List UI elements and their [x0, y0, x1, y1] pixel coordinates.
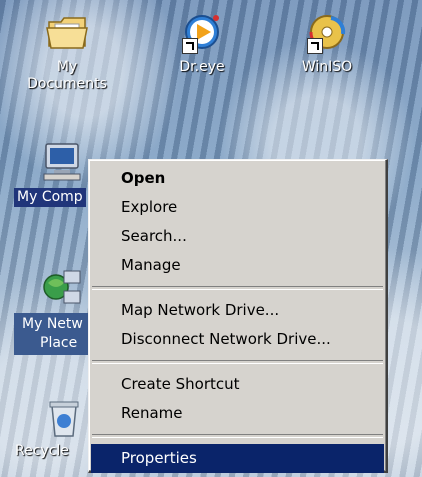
menu-item-open[interactable]: Open — [89, 164, 386, 193]
dr-eye-icon — [180, 10, 224, 54]
menu-item-explore[interactable]: Explore — [89, 193, 386, 222]
menu-item-search[interactable]: Search... — [89, 222, 386, 251]
recycle-bin-shortcut[interactable]: Recycle — [12, 396, 92, 461]
my-computer-label: My Comp — [14, 188, 86, 207]
menu-item-create-shortcut[interactable]: Create Shortcut — [89, 370, 386, 399]
menu-item-rename[interactable]: Rename — [89, 399, 386, 428]
dr-eye-label: Dr.eye — [179, 59, 225, 75]
shortcut-arrow-icon — [182, 38, 198, 54]
my-network-label-line1: My Netw — [22, 316, 83, 332]
winiso-shortcut[interactable]: WinISO — [272, 10, 382, 77]
winiso-icon — [305, 10, 349, 54]
computer-icon — [40, 140, 84, 184]
my-documents-shortcut[interactable]: My Documents — [12, 10, 122, 94]
dr-eye-shortcut[interactable]: Dr.eye — [147, 10, 257, 77]
menu-separator — [92, 434, 383, 438]
my-network-label-line2: Place — [40, 335, 78, 351]
shortcut-arrow-icon — [307, 38, 323, 54]
my-documents-label: My Documents — [27, 59, 107, 92]
menu-separator — [92, 286, 383, 290]
menu-item-map-network-drive[interactable]: Map Network Drive... — [89, 296, 386, 325]
folder-icon — [45, 10, 89, 54]
my-network-places-shortcut[interactable]: My Netw Place — [14, 265, 90, 355]
my-computer-shortcut[interactable]: My Comp — [12, 140, 90, 207]
menu-item-disconnect-network-drive[interactable]: Disconnect Network Drive... — [89, 325, 386, 354]
menu-item-properties[interactable]: Properties — [91, 444, 384, 473]
context-menu: Open Explore Search... Manage Map Networ… — [88, 159, 388, 473]
recycle-bin-label: Recycle — [15, 443, 69, 459]
menu-item-manage[interactable]: Manage — [89, 251, 386, 280]
menu-separator — [92, 360, 383, 364]
recycle-bin-icon — [42, 396, 86, 440]
winiso-label: WinISO — [301, 59, 353, 75]
network-icon — [40, 265, 84, 309]
